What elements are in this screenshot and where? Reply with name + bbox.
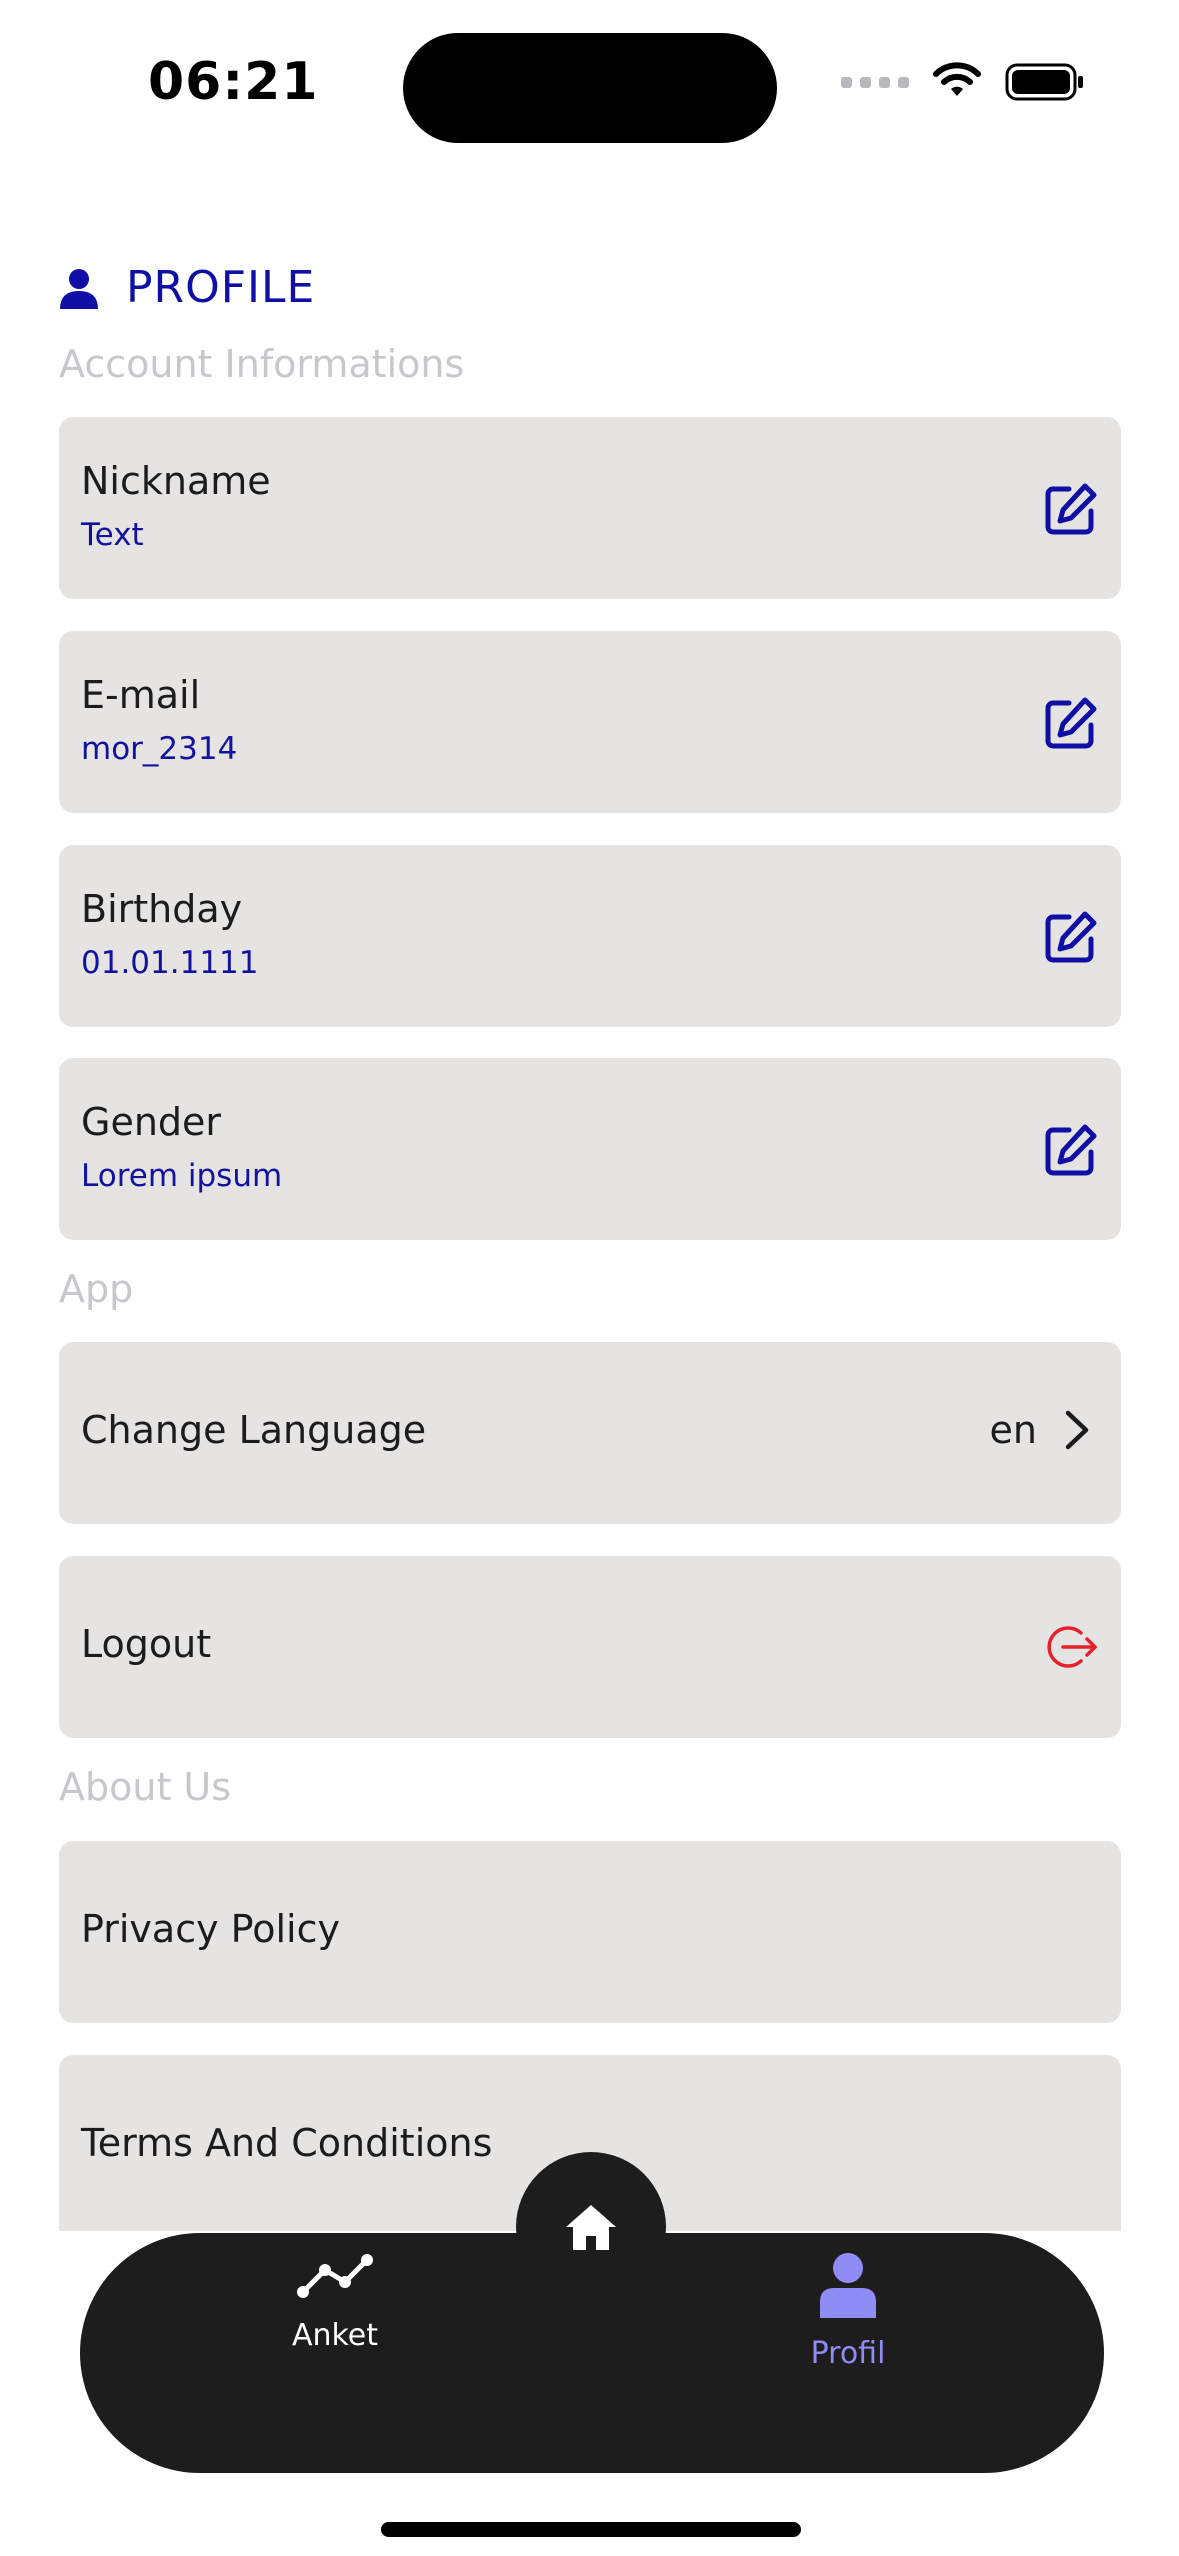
edit-icon[interactable] <box>1043 1122 1099 1178</box>
nickname-label: Nickname <box>81 459 271 503</box>
change-language-card[interactable]: Change Language en <box>59 1342 1121 1524</box>
profile-header: PROFILE <box>58 262 315 313</box>
birthday-label: Birthday <box>81 887 243 931</box>
privacy-policy-card[interactable]: Privacy Policy <box>59 1841 1121 2023</box>
home-indicator <box>381 2522 801 2537</box>
section-label-app: App <box>59 1267 134 1311</box>
language-value: en <box>989 1408 1037 1452</box>
edit-icon[interactable] <box>1043 481 1099 537</box>
user-icon <box>60 268 98 309</box>
gender-value: Lorem ipsum <box>81 1158 283 1194</box>
tab-profil-label: Profil <box>810 2336 886 2371</box>
tab-anket[interactable]: Anket <box>215 2252 455 2353</box>
birthday-card[interactable]: Birthday 01.01.1111 <box>59 845 1121 1027</box>
nickname-value: Text <box>81 517 144 553</box>
logout-card[interactable]: Logout <box>59 1556 1121 1738</box>
chevron-right-icon <box>1065 1410 1089 1450</box>
battery-icon <box>1005 63 1083 101</box>
nickname-card[interactable]: Nickname Text <box>59 417 1121 599</box>
home-tab-button[interactable] <box>516 2152 666 2302</box>
wifi-icon <box>933 62 981 96</box>
tab-profil[interactable]: Profil <box>728 2252 968 2371</box>
logout-icon[interactable] <box>1043 1619 1099 1675</box>
email-card[interactable]: E-mail mor_2314 <box>59 631 1121 813</box>
terms-label: Terms And Conditions <box>81 2121 493 2165</box>
chart-line-icon <box>297 2254 373 2298</box>
user-icon <box>820 2253 876 2318</box>
cellular-signal-icon <box>841 76 909 88</box>
section-label-account: Account Informations <box>59 342 465 386</box>
gender-label: Gender <box>81 1100 222 1144</box>
edit-icon[interactable] <box>1043 695 1099 751</box>
birthday-value: 01.01.1111 <box>81 945 259 981</box>
gender-card[interactable]: Gender Lorem ipsum <box>59 1058 1121 1240</box>
page-title: PROFILE <box>126 262 316 313</box>
edit-icon[interactable] <box>1043 909 1099 965</box>
home-icon <box>566 2205 616 2250</box>
status-time: 06:21 <box>148 52 319 112</box>
change-language-label: Change Language <box>81 1408 427 1452</box>
status-icons <box>841 62 1085 102</box>
section-label-about: About Us <box>59 1765 232 1809</box>
tab-anket-label: Anket <box>291 2318 379 2353</box>
email-value: mor_2314 <box>81 731 238 767</box>
logout-label: Logout <box>81 1622 212 1666</box>
language-selector: en <box>990 1408 1091 1452</box>
email-label: E-mail <box>81 673 201 717</box>
dynamic-island <box>403 33 777 143</box>
privacy-policy-label: Privacy Policy <box>81 1907 340 1951</box>
